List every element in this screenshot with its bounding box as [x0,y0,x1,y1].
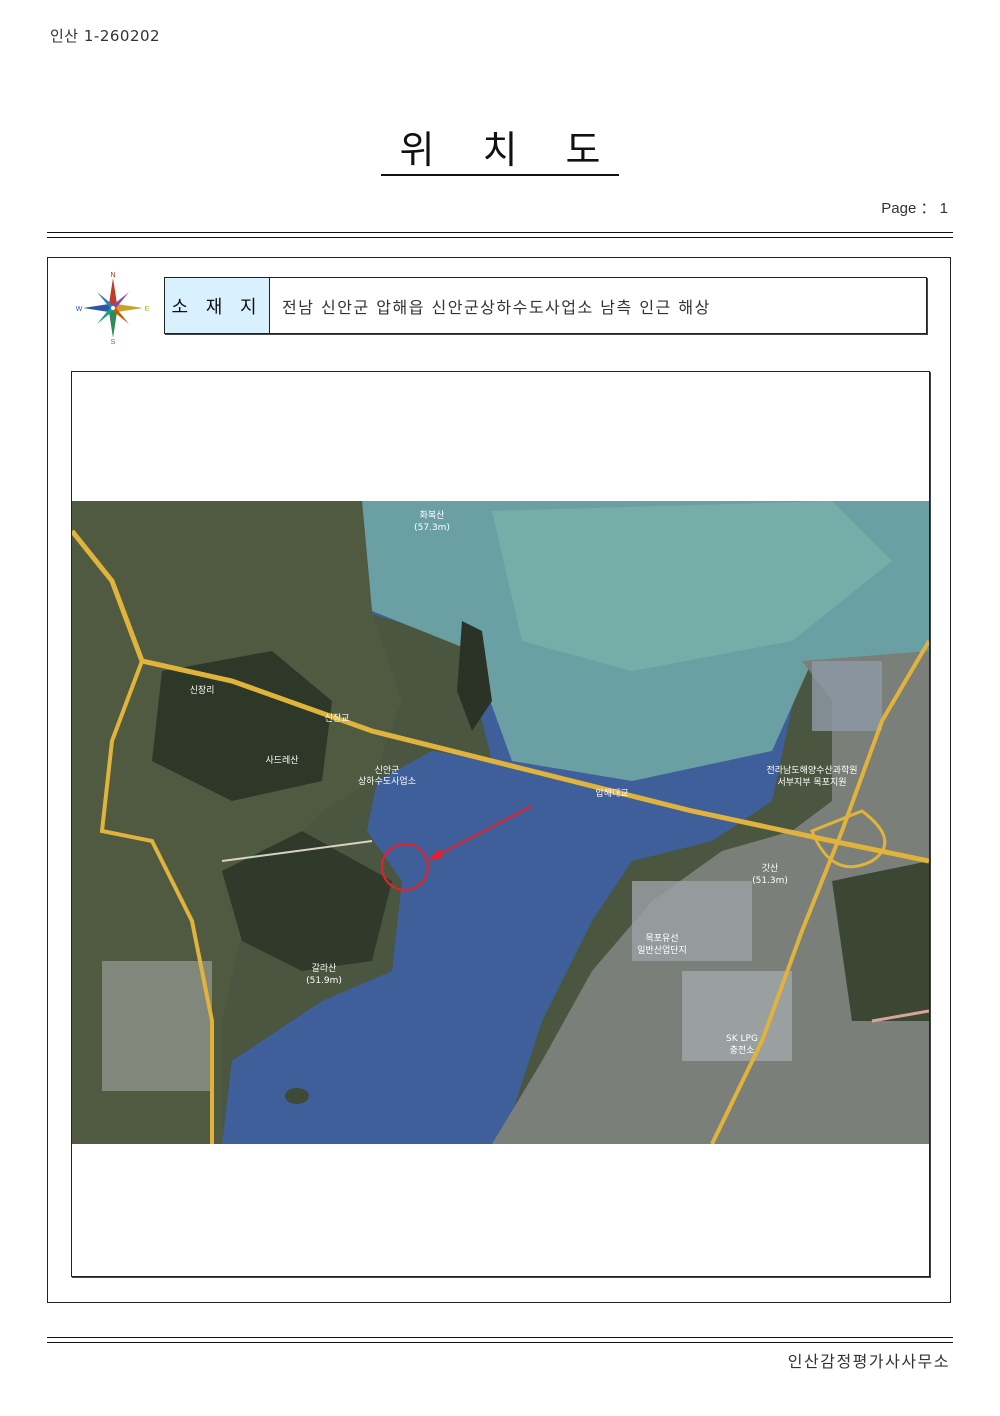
map-label-industrial-complex: 일반산업단지 [637,945,687,956]
aerial-map: 화복산 (57.3m) 신장리 사드레산 신안군 상하수도사업소 압해대교 신장… [72,501,929,1144]
location-label: 소 재 지 [165,278,270,333]
document-id: 인산 1-260202 [50,27,161,45]
map-label-sinjanggyo: 신장교 [325,713,350,724]
footer-office-name: 인산감정평가사사무소 [787,1352,950,1371]
header-rule-top [47,232,953,233]
header-rule-bottom [47,237,953,238]
compass-west-label: W [76,306,83,313]
map-label-hwaboksan: 화복산 [420,510,445,521]
map-label-hwaboksan-height: (57.3m) [414,523,450,533]
location-box: 소 재 지 전남 신안군 압해읍 신안군상하수도사업소 남측 인근 해상 [164,277,927,334]
map-label-charging-station: 충전소 [730,1045,755,1056]
map-label-sinjangri: 신장리 [190,685,215,696]
page-number: Page ： 1 [881,200,948,217]
map-label-gatsan: 갓산 [762,863,779,874]
map-label-sk-lpg: SK LPG [726,1034,758,1044]
map-label-galrasan-height: (51.9m) [306,976,342,986]
footer-rule-bottom [47,1342,953,1343]
map-label-mokpo-yuseon: 목포유선 [645,933,678,944]
map-label-sinangun: 신안군 [375,765,400,776]
page-title: 위 치 도 [0,128,1000,176]
map-label-mokpo-branch: 서부지부 목포지원 [777,777,846,788]
compass-rose-icon: N S E W [76,272,150,346]
compass-east-label: E [145,306,150,313]
compass-north-label: N [110,272,115,279]
map-label-gatsan-height: (51.3m) [752,876,788,886]
page-title-text: 위 치 도 [381,128,619,176]
aerial-map-svg: 화복산 (57.3m) 신장리 사드레산 신안군 상하수도사업소 압해대교 신장… [72,501,929,1144]
map-label-aphae-bridge: 압해대교 [595,787,628,799]
footer-rule-top [47,1337,953,1338]
map-label-fisheries-institute: 전라남도해양수산과학원 [766,765,857,776]
map-label-sadeuresan: 사드레산 [265,755,298,766]
map-label-galrasan: 갈라산 [312,963,337,974]
compass-south-label: S [111,339,116,346]
location-value: 전남 신안군 압해읍 신안군상하수도사업소 남측 인근 해상 [282,297,711,317]
map-label-water-office: 상하수도사업소 [358,776,416,787]
